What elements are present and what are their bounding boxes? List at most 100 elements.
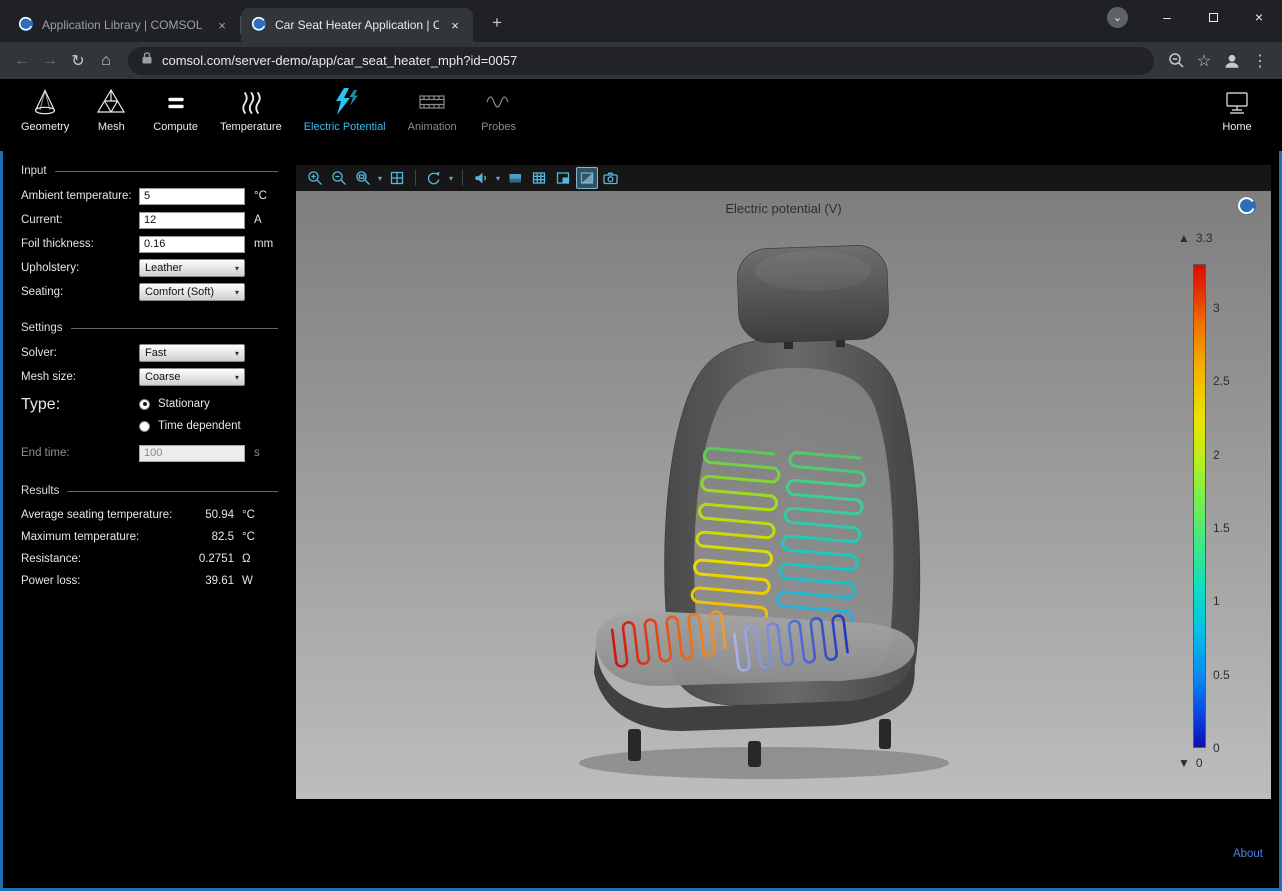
tab-close-icon[interactable]: × [447,17,463,33]
current-input[interactable] [139,212,245,229]
colorbar-tick: 1.5 [1213,521,1230,535]
rotate-button[interactable] [423,167,445,189]
result-label: Power loss: [21,575,178,587]
result-row: Power loss: 39.61 W [21,570,288,592]
new-tab-button[interactable]: + [485,13,509,33]
chevron-down-icon[interactable]: ▾ [494,174,502,183]
field-unit: mm [254,238,273,250]
ribbon-home-button[interactable]: Home [1206,86,1268,151]
colorbar-max: ▲3.3 [1178,231,1213,245]
field-unit: s [254,447,260,459]
bookmark-star-icon[interactable]: ☆ [1190,47,1218,75]
zoom-indicator-icon[interactable] [1162,47,1190,75]
ribbon-label: Animation [408,121,457,133]
result-label: Maximum temperature: [21,531,178,543]
result-value: 39.61 [178,575,234,587]
select-value: Coarse [145,371,180,383]
settings-section-header: Settings [21,322,278,334]
radio-label: Stationary [158,398,210,410]
browser-tab-car-seat-heater[interactable]: Car Seat Heater Application | CO × [241,8,473,42]
ribbon-label: Probes [481,121,516,133]
result-unit: Ω [242,553,268,565]
mesh-size-row: Mesh size: Coarse ▾ [21,365,288,389]
radio-label: Time dependent [158,420,241,432]
end-time-input[interactable] [139,445,245,462]
ambient-temperature-input[interactable] [139,188,245,205]
colorbar [1193,264,1206,748]
ribbon-temperature-button[interactable]: Temperature [209,86,293,151]
snapshot-button[interactable] [600,167,622,189]
animation-icon [417,86,447,118]
result-label: Resistance: [21,553,178,565]
back-icon[interactable]: ← [8,47,36,75]
toolbar-separator [462,170,463,186]
colorbar-tick: 1 [1213,594,1220,608]
environment-button[interactable] [504,167,526,189]
grid-button[interactable] [528,167,550,189]
down-triangle-icon: ▼ [1178,756,1190,770]
maximize-button[interactable] [1190,0,1236,34]
zoom-extents-button[interactable] [386,167,408,189]
chevron-down-icon: ▾ [235,373,239,382]
colorbar-tick: 2.5 [1213,374,1230,388]
browser-menu-icon[interactable]: ⋮ [1246,47,1274,75]
field-label: End time: [21,447,139,459]
radio-icon [139,399,150,410]
profile-avatar-icon[interactable] [1218,47,1246,75]
tab-close-icon[interactable]: × [214,17,230,33]
toolbar-separator [415,170,416,186]
plot-area: Electric potential (V) [296,191,1271,799]
minimize-button[interactable]: – [1144,0,1190,34]
colorbar-tick: 3 [1213,301,1220,315]
scene-light-button[interactable] [470,167,492,189]
compute-icon [161,86,191,118]
ribbon-compute-button[interactable]: Compute [142,86,209,151]
graphics-toolbar: ▾ ▾ ▾ [296,165,1271,191]
ribbon-label: Compute [153,121,198,133]
ribbon-label: Geometry [21,121,69,133]
browser-home-icon[interactable]: ⌂ [92,47,120,75]
zoom-in-button[interactable] [304,167,326,189]
stationary-radio[interactable]: Stationary [139,393,241,415]
about-link[interactable]: About [1233,848,1263,860]
solver-row: Solver: Fast▾ [21,341,288,365]
ribbon-label: Electric Potential [304,121,386,133]
forward-icon[interactable]: → [36,47,64,75]
close-button[interactable]: × [1236,0,1282,34]
field-label: Mesh size: [21,371,139,383]
reload-icon[interactable]: ↻ [64,47,92,75]
projection-button[interactable] [552,167,574,189]
chevron-down-icon[interactable]: ▾ [447,174,455,183]
mesh-size-select[interactable]: Coarse ▾ [139,368,245,386]
field-label: Upholstery: [21,262,139,274]
seating-select[interactable]: Comfort (Soft)▾ [139,283,245,301]
transparency-button[interactable] [576,167,598,189]
chrome-updates-icon[interactable]: ⌄ [1107,7,1128,28]
field-label: Foil thickness: [21,238,139,250]
ambient-temperature-row: Ambient temperature: °C [21,184,288,208]
ribbon-animation-button[interactable]: Animation [397,86,468,151]
tab-title: Car Seat Heater Application | CO [275,18,439,32]
home-icon [1222,86,1252,118]
chevron-down-icon[interactable]: ▾ [376,174,384,183]
zoom-out-button[interactable] [328,167,350,189]
ribbon-geometry-button[interactable]: Geometry [10,86,80,151]
ribbon-electric-potential-button[interactable]: Electric Potential [293,86,397,151]
zoom-box-button[interactable] [352,167,374,189]
upholstery-select[interactable]: Leather▾ [139,259,245,277]
time-dependent-radio[interactable]: Time dependent [139,415,241,437]
browser-tabstrip: Application Library | COMSOL Se × Car Se… [0,0,1282,42]
graphics-pane: ▾ ▾ ▾ Electric potential (V) [288,151,1279,888]
colorbar-max-value: 3.3 [1196,231,1213,245]
address-input[interactable]: comsol.com/server-demo/app/car_seat_heat… [128,47,1154,75]
browser-tab-application-library[interactable]: Application Library | COMSOL Se × [8,8,240,42]
solver-select[interactable]: Fast▾ [139,344,245,362]
current-row: Current: A [21,208,288,232]
car-seat-3d-view[interactable] [296,191,1271,799]
ribbon-mesh-button[interactable]: Mesh [80,86,142,151]
ribbon-probes-button[interactable]: Probes [468,86,530,151]
result-value: 50.94 [178,509,234,521]
ribbon-label: Home [1222,121,1251,133]
foil-thickness-input[interactable] [139,236,245,253]
result-value: 0.2751 [178,553,234,565]
